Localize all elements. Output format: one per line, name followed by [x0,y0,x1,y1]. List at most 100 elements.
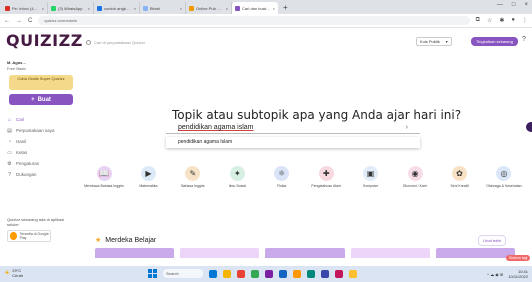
sync-tag[interactable]: Sinkron lagi [506,255,531,261]
sidebar-item-label: Perpustakaan saya [16,128,55,133]
collection-card[interactable] [95,248,175,258]
sun-icon: ☀ [4,269,11,277]
tab-close-icon[interactable]: × [226,6,228,11]
sidebar-item-icon: ▭ [7,149,12,156]
sidebar-item[interactable]: ? Dukungan [5,169,77,180]
topic-input[interactable]: pendidikan agama islam › [166,122,420,134]
search-bar[interactable]: Cari di perpustakaan Quizizz [86,37,296,47]
star-icon: ★ [95,237,102,244]
collection-cards [95,248,516,258]
google-play-badge[interactable]: Tersedia di Google Play [7,230,51,242]
subject-item[interactable]: ⚛ Fisika [262,166,302,188]
taskbar-app-icon[interactable] [293,269,301,278]
clock[interactable]: 10:41 10/11/2022 [508,269,528,279]
tab-close-icon[interactable]: × [273,6,275,11]
tab-favicon-icon [5,5,10,11]
extensions-icon[interactable]: ⧉ [476,17,480,24]
browser-tab[interactable]: Cari dan buat Kuis× [232,2,278,14]
collection-card[interactable] [265,248,345,258]
subject-icon: ✚ [318,166,334,181]
tab-favicon-icon [189,5,194,11]
taskbar-app-icon[interactable] [265,269,273,278]
browser-tab[interactable]: Bimbi × [140,2,186,14]
profile-icon[interactable]: ● [511,17,515,24]
taskbar-app-icon[interactable] [335,269,343,278]
topic-suggestion[interactable]: pendidikan agama Islam [166,137,420,148]
menu-dots-icon[interactable]: ⋮ [522,17,528,24]
bookmark-star-icon[interactable]: ☆ [487,17,492,24]
puzzle-icon[interactable]: ✱ [499,17,504,24]
subject-icon: ⚛ [274,166,290,181]
subject-item[interactable]: ▶ Matematika [128,166,168,188]
sidebar-item-icon: ⌂ [7,116,12,123]
search-input[interactable]: Cari di perpustakaan Quizizz [94,40,145,45]
subject-item[interactable]: ▣ Komputer [351,166,391,188]
new-tab-button[interactable]: + [278,2,293,14]
subject-item[interactable]: ✎ Bahasa Inggris [173,166,213,188]
chevron-right-icon[interactable]: › [406,124,408,131]
subject-item[interactable]: ✿ Seni Kreatif [440,166,480,188]
taskbar-app-icon[interactable] [349,269,357,278]
floating-action-button[interactable] [526,122,532,132]
sidebar-item[interactable]: ▤ Perpustakaan saya [5,125,77,136]
reload-icon[interactable]: C [28,18,32,24]
browser-tab[interactable]: Pe: Inbox (43) - agusmonro× [2,2,48,14]
subject-icon: ✎ [185,166,201,181]
upgrade-button[interactable]: Tingkatkan sekarang [471,37,518,46]
topic-input-value[interactable]: pendidikan agama islam [178,124,254,131]
taskbar-app-icon[interactable] [279,269,287,278]
sidebar-item[interactable]: ◔ Hasil [5,136,77,147]
taskbar-app-icon[interactable] [209,269,217,278]
tab-title: Cari dan buat Kuis [242,5,271,11]
subject-item[interactable]: ◎ Olahraga & Kesehatan [484,166,524,188]
sidebar-item-icon: ? [8,171,11,178]
browser-tab[interactable]: (3) WhatsApp × [48,2,94,14]
minimize-icon[interactable]: — [497,2,503,8]
browser-tab[interactable]: Online Pub Gaussian Quiz× [186,2,232,14]
user-name[interactable]: M. Agus… [7,60,26,65]
tab-close-icon[interactable]: × [180,6,182,11]
mobile-app-text: Quizizz sekarang ada di aplikasi seluler [7,217,65,227]
subject-item[interactable]: 📖 Membaca Bahasa Inggris [84,166,124,188]
taskbar-search[interactable]: Search [163,269,203,278]
browser-tab[interactable]: contoh angket sikap× [94,2,140,14]
taskbar-app-icon[interactable] [307,269,315,278]
taskbar-app-icon[interactable] [321,269,329,278]
super-promo-button[interactable]: Coba Gratis Super Quizizz [9,75,73,90]
quizizz-logo[interactable]: QUIZIZZ [6,31,83,50]
forward-icon[interactable]: → [16,18,22,24]
sidebar-item-icon: ⚙ [7,160,12,167]
collection-card[interactable] [435,248,516,258]
library-select[interactable]: Kuis Publik ▾ [416,37,452,46]
tab-close-icon[interactable]: × [88,6,90,11]
create-button[interactable]: + Buat [9,94,73,105]
taskbar-app-icon[interactable] [237,269,245,278]
windows-start-icon[interactable] [148,269,157,278]
help-icon[interactable]: ? [522,36,526,43]
tab-close-icon[interactable]: × [42,6,44,11]
back-icon[interactable]: ← [4,18,10,24]
sidebar-item[interactable]: ⌂ Cari [5,114,77,125]
taskbar-app-icon[interactable] [251,269,259,278]
sidebar-item[interactable]: ▭ Kelas [5,147,77,158]
maximize-icon[interactable]: □ [512,2,516,8]
subject-label: Bahasa Inggris [181,184,205,188]
collection-card[interactable] [180,248,260,258]
close-window-icon[interactable]: × [524,2,528,8]
see-all-button[interactable]: Lihat lebih [478,235,507,246]
weather-widget[interactable]: ☀ 29°C Cerah [4,268,23,278]
subject-icon: ◎ [496,166,512,181]
subject-item[interactable]: ✦ Ilmu Sosial [217,166,257,188]
collection-card[interactable] [350,248,430,258]
system-tray: ^ ☁ ◉ ⊞ 10:41 10/11/2022 [487,269,528,279]
taskbar-app-icon[interactable] [223,269,231,278]
tray-icons[interactable]: ^ ☁ ◉ ⊞ [487,272,503,277]
subject-item[interactable]: ✚ Pengetahuan Alam [306,166,346,188]
tab-favicon-icon [51,5,56,11]
tab-close-icon[interactable]: × [134,6,136,11]
subject-label: Membaca Bahasa Inggris [84,184,124,188]
url-field[interactable]: quizizz.com/admin [38,16,470,25]
sidebar-item[interactable]: ⚙ Pengaturan [5,158,77,169]
subject-item[interactable]: ◉ Ekonomi / Karir [395,166,435,188]
taskbar-apps: Search [148,269,357,278]
